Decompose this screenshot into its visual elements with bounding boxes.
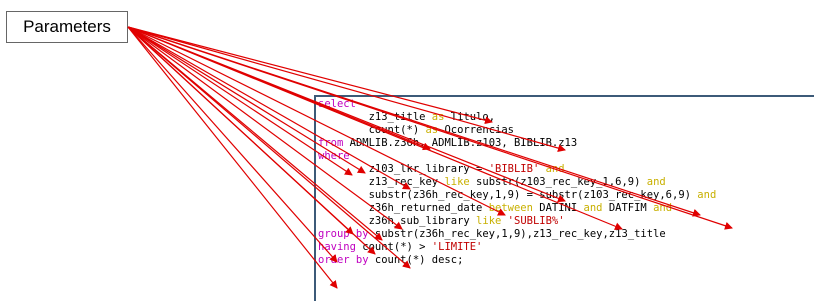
parameter-arrow [127, 26, 338, 289]
code-token: substr(z103_rec_key_1,6,9) [469, 176, 647, 188]
code-token: substr(z36h_rec_key,1,9),z13_rec_key,z13… [368, 228, 666, 240]
code-line: z13_title as Titulo, [318, 111, 716, 124]
code-token: count(*) [318, 124, 426, 136]
code-line: where [318, 150, 716, 163]
code-token: like [444, 176, 470, 188]
code-token: between [488, 202, 533, 214]
code-token: Titulo, [444, 111, 496, 123]
parameters-label: Parameters [6, 11, 128, 43]
code-token: z103_lkr_library = [318, 163, 489, 175]
code-token: select [318, 98, 356, 110]
code-line: select [318, 98, 716, 111]
code-token: group by [318, 228, 369, 240]
sql-code-lines: select z13_title as Titulo, count(*) as … [318, 98, 716, 267]
code-token: where [318, 150, 350, 162]
code-token: and [545, 163, 565, 175]
code-line: order by count(*) desc; [318, 254, 716, 267]
code-line: z13_rec_key like substr(z103_rec_key_1,6… [318, 176, 716, 189]
code-token: DATFIM [602, 202, 654, 214]
code-token: count(*) desc; [368, 254, 464, 266]
code-token: z13_title [318, 111, 432, 123]
code-token: ADMLIB.z36h, ADMLIB.z103, BIBLIB.z13 [343, 137, 578, 149]
code-token: and [697, 189, 717, 201]
code-line: from ADMLIB.z36h, ADMLIB.z103, BIBLIB.z1… [318, 137, 716, 150]
code-token: z36h_sub_library [318, 215, 477, 227]
code-token: Ocorrencias [438, 124, 514, 136]
code-line: z36h_sub_library like 'SUBLIB%' [318, 215, 716, 228]
code-token: as [425, 124, 439, 136]
code-token: as [431, 111, 445, 123]
code-token: 'BIBLIB' [488, 163, 540, 175]
sql-code-panel: select z13_title as Titulo, count(*) as … [314, 95, 814, 301]
code-token: having [318, 241, 356, 253]
code-token: and [646, 176, 666, 188]
code-token: 'LIMITE' [431, 241, 483, 253]
code-token: and [653, 202, 673, 214]
code-line: having count(*) > 'LIMITE' [318, 241, 716, 254]
code-token: and [583, 202, 603, 214]
code-token: count(*) > [355, 241, 432, 253]
code-token: z36h_returned_date [318, 202, 489, 214]
diagram-canvas: Parameters select z13_title as Titulo, c… [0, 0, 814, 301]
code-line: substr(z36h_rec_key,1,9) = substr(z103_r… [318, 189, 717, 202]
code-token: z13_rec_key [318, 176, 445, 188]
parameter-arrow [127, 26, 338, 263]
code-token: from [318, 137, 344, 149]
code-token: substr(z36h_rec_key,1,9) = substr(z103_r… [318, 189, 698, 201]
code-token: DATINI [532, 202, 584, 214]
code-token: like [476, 215, 502, 227]
code-line: count(*) as Ocorrencias [318, 124, 716, 137]
code-line: z36h_returned_date between DATINI and DA… [318, 202, 716, 215]
code-line: z103_lkr_library = 'BIBLIB' and [318, 163, 716, 176]
code-token: 'SUBLIB%' [507, 215, 565, 227]
code-token: order by [318, 254, 369, 266]
code-line: group by substr(z36h_rec_key,1,9),z13_re… [318, 228, 716, 241]
